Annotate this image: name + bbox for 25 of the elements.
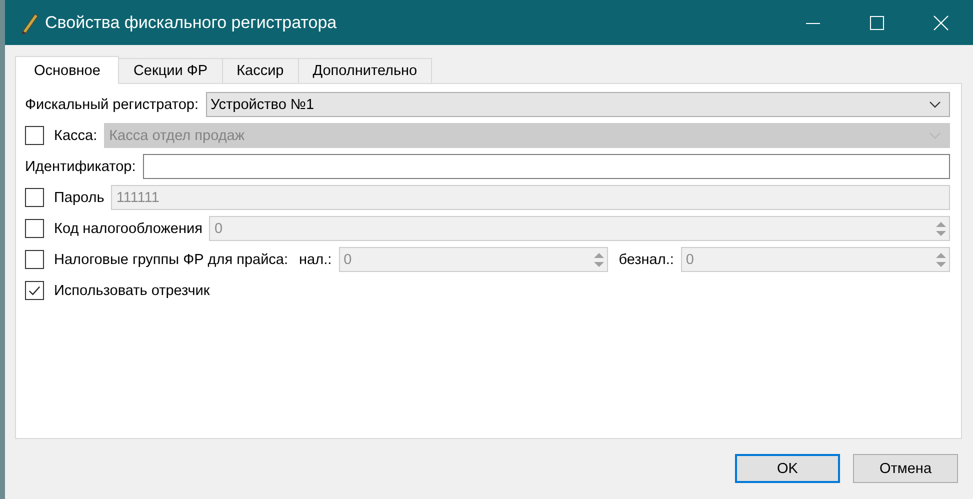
checkbox[interactable] <box>25 250 44 269</box>
tab[interactable]: Дополнительно <box>298 58 432 83</box>
close-icon[interactable] <box>933 14 949 30</box>
input-field[interactable] <box>142 154 950 179</box>
field-label: безнал.: <box>618 252 674 268</box>
tab[interactable]: Основное <box>15 56 120 84</box>
ok-button[interactable]: OK <box>735 454 840 483</box>
checkbox[interactable] <box>25 219 44 238</box>
maximize-icon[interactable] <box>869 14 885 30</box>
checkbox[interactable] <box>25 188 44 207</box>
field-label: Код налогообложения <box>54 220 202 236</box>
pencil-icon <box>19 10 39 34</box>
field-label: Налоговые группы ФР для прайса: <box>54 252 288 268</box>
checkbox[interactable] <box>25 126 44 145</box>
window-title: Свойства фискального регистратора <box>45 12 337 32</box>
cancel-button[interactable]: Отмена <box>853 454 958 483</box>
field-label: нал.: <box>299 252 332 268</box>
field-label: Фискальный регистратор: <box>25 96 199 112</box>
field-label: Использовать отрезчик <box>54 282 210 298</box>
dropdown[interactable]: Устройство №1 <box>206 92 950 117</box>
field-label: Касса: <box>54 128 98 144</box>
checkbox[interactable] <box>25 281 44 300</box>
field-label: Пароль <box>54 190 104 206</box>
field-label: Идентификатор: <box>25 158 136 174</box>
caret-icon <box>929 100 941 108</box>
